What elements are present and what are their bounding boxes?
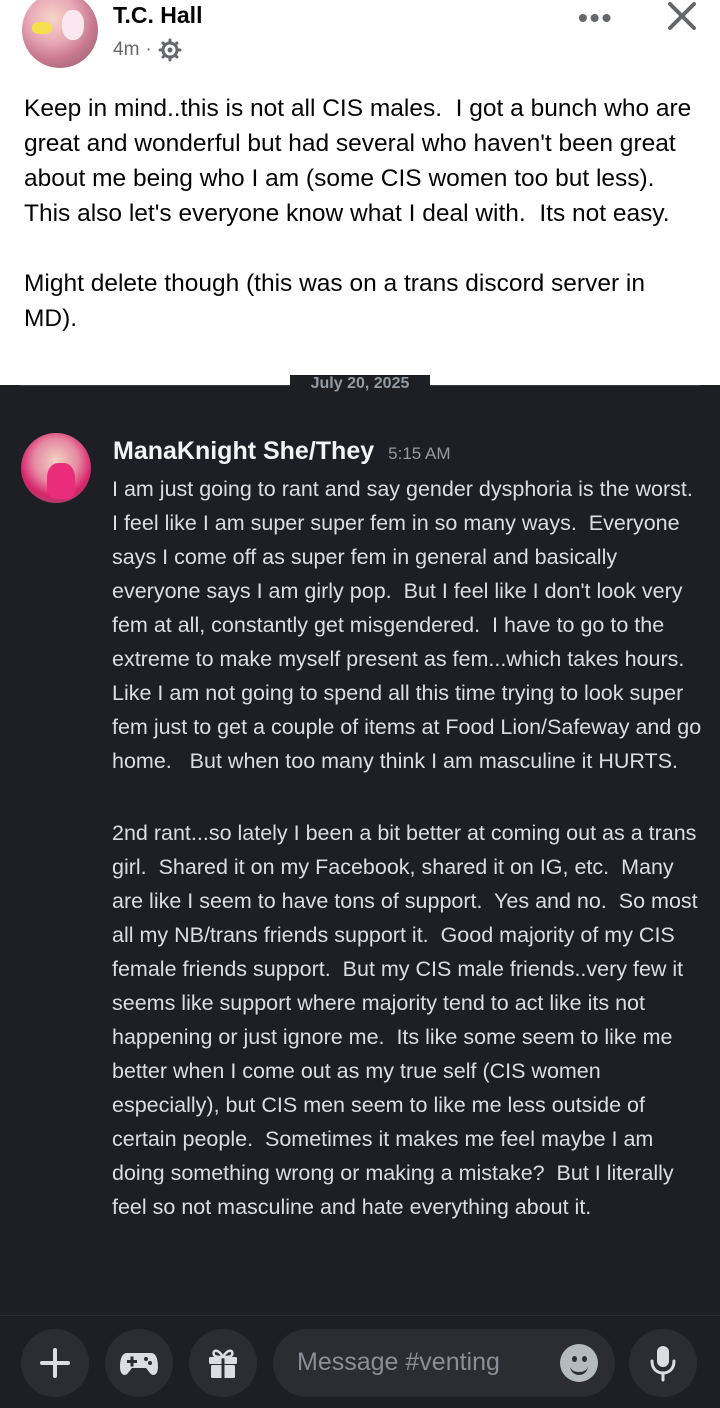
date-divider-label: July 20, 2025: [290, 375, 430, 393]
discord-screenshot: July 20, 2025 ManaKnight She/They 5:15 A…: [0, 375, 720, 1408]
facebook-post: T.C. Hall 4m · ••• Keep in mind..this is…: [0, 0, 720, 385]
message-username[interactable]: ManaKnight She/They: [113, 437, 374, 466]
gift-button[interactable]: [189, 1329, 257, 1397]
avatar-detail: [47, 463, 75, 499]
message-timestamp: 5:15 AM: [388, 444, 451, 463]
close-icon[interactable]: [662, 0, 702, 30]
message-input[interactable]: Message #venting: [273, 1329, 615, 1397]
plus-icon: [40, 1348, 70, 1378]
add-attachment-button[interactable]: [21, 1329, 89, 1397]
post-meta: 4m ·: [113, 38, 182, 62]
post-body: Keep in mind..this is not all CIS males.…: [24, 95, 692, 332]
gift-icon: [209, 1349, 237, 1378]
emoji-icon[interactable]: [560, 1344, 598, 1382]
author-avatar[interactable]: [22, 0, 98, 68]
microphone-icon: [650, 1346, 676, 1382]
avatar-detail: [32, 22, 52, 34]
gear-icon[interactable]: [158, 38, 182, 62]
message-header: ManaKnight She/They 5:15 AM: [113, 437, 451, 466]
post-time[interactable]: 4m: [113, 39, 139, 61]
meta-separator: ·: [145, 39, 152, 60]
author-name[interactable]: T.C. Hall: [113, 2, 202, 29]
activities-button[interactable]: [105, 1329, 173, 1397]
avatar-detail: [62, 10, 84, 40]
more-options-button[interactable]: •••: [578, 2, 613, 34]
message-input-bar: Message #venting: [0, 1315, 720, 1408]
message-paragraph: 2nd rant...so lately I been a bit better…: [112, 821, 704, 1219]
message-paragraph: I am just going to rant and say gender d…: [112, 477, 708, 773]
voice-message-button[interactable]: [629, 1329, 697, 1397]
message-avatar[interactable]: [21, 433, 91, 503]
message-input-placeholder: Message #venting: [297, 1348, 500, 1376]
gamepad-icon: [120, 1353, 158, 1375]
